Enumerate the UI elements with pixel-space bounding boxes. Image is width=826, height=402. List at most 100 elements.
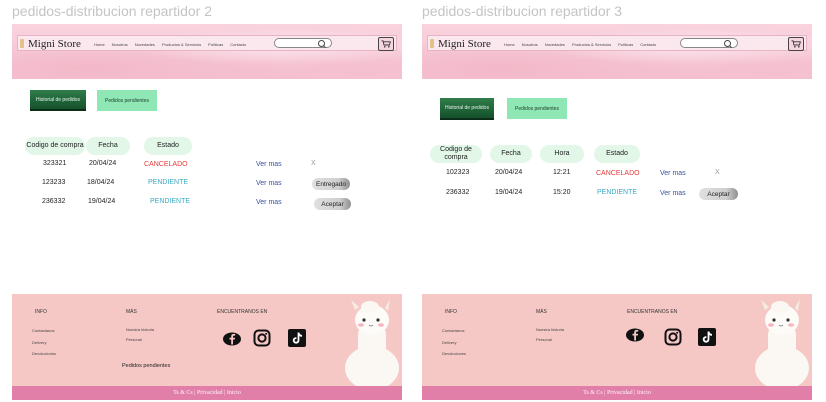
footer-social-title: ENCUENTRANOS EN [217,309,268,315]
footer-link-contactanos[interactable]: Contactanos [32,328,54,333]
navbar: Migni Store Home Nosotros Novedades Prod… [427,35,807,51]
search-icon[interactable] [318,40,325,47]
footer-link-contactanos[interactable]: Contactanos [442,328,464,333]
order-code: 236332 [42,198,66,205]
cart-button[interactable] [788,37,804,51]
frame-repartidor-3: Migni Store Home Nosotros Novedades Prod… [422,24,812,400]
instagram-icon[interactable] [664,328,682,346]
tab-historial-pedidos[interactable]: Historial de pedidos [440,98,494,120]
footer-social-title: ENCUENTRANOS EN [627,309,678,315]
footer-link-personal[interactable]: Personal [126,337,142,342]
header-banner: Migni Store Home Nosotros Novedades Prod… [12,24,402,79]
status-badge: PENDIENTE [148,179,189,186]
nav-links: Home Nosotros Novedades Productos & Serv… [504,36,656,52]
nav-productos[interactable]: Productos & Servicios [572,42,611,47]
brand-name[interactable]: Migni Store [28,36,81,52]
column-header-estado: Estado [144,137,192,155]
footer-link-historia[interactable]: Nuestra historia [126,327,154,332]
ver-mas-link[interactable]: Ver mas [660,170,686,177]
nav-home[interactable]: Home [94,42,105,47]
ver-mas-link[interactable]: Ver mas [256,180,282,187]
column-header-hora: Hora [540,145,584,163]
footer-link-delivery[interactable]: Delivery [32,340,46,345]
ver-mas-link[interactable]: Ver mas [660,190,686,197]
nav-contacto[interactable]: Contacto [230,42,246,47]
order-code: 323321 [43,160,67,167]
order-date: 19/04/24 [495,189,523,196]
aceptar-button[interactable]: Aceptar [699,188,738,200]
order-time: 15:20 [553,189,571,196]
status-badge: PENDIENTE [597,189,638,196]
footer-link-personal[interactable]: Personal [536,337,552,342]
order-code: 236332 [446,189,470,196]
header-banner: Migni Store Home Nosotros Novedades Prod… [422,24,812,79]
order-code: 123233 [42,179,66,186]
column-header-codigo: Codigo de compra [430,145,482,163]
footer-info-title: INFO [35,309,47,315]
search-input[interactable] [274,38,332,48]
brand-logo-icon [20,39,24,48]
footer: INFO Contactanos Delivery Devoluciones M… [12,294,402,400]
footer-bottom-links[interactable]: Ts & Cs | Privacidad | Inicio [422,386,812,400]
tab-historial-pedidos[interactable]: Historial de pedidos [30,90,86,111]
column-header-fecha: Fecha [86,137,130,155]
search-input[interactable] [680,38,738,48]
instagram-icon[interactable] [253,329,271,347]
footer: INFO Contactanos Delivery Devoluciones M… [422,294,812,400]
footer-link-devoluciones[interactable]: Devoluciones [32,351,56,356]
order-date: 18/04/24 [87,179,115,186]
order-date: 19/04/24 [88,198,116,205]
close-icon[interactable]: X [311,160,316,167]
nav-links: Home Nosotros Novedades Productos & Serv… [94,36,246,52]
order-time: 12:21 [553,169,571,176]
order-code: 102323 [446,169,470,176]
footer-mas-title: MÁS [126,309,137,315]
footer-pedidos-pendientes[interactable]: Pedidos pendientes [122,363,170,369]
nav-productos[interactable]: Productos & Servicios [162,42,201,47]
column-header-fecha: Fecha [490,145,532,163]
facebook-icon[interactable] [626,326,644,344]
cart-button[interactable] [378,37,394,51]
nav-novedades[interactable]: Novedades [545,42,565,47]
aceptar-button[interactable]: Aceptar [314,198,351,210]
brand-logo-icon [430,39,434,48]
nav-contacto[interactable]: Contacto [640,42,656,47]
tiktok-icon[interactable] [288,329,306,347]
facebook-icon[interactable] [223,330,241,348]
tab-pedidos-pendientes[interactable]: Pedidos pendientes [507,98,567,119]
nav-nosotros[interactable]: Nosotros [522,42,538,47]
nav-novedades[interactable]: Novedades [135,42,155,47]
ver-mas-link[interactable]: Ver mas [256,161,282,168]
column-header-estado: Estado [594,145,640,163]
alpaca-mascot [755,299,809,386]
alpaca-mascot [345,299,399,386]
status-badge: CANCELADO [596,170,640,177]
tab-pedidos-pendientes[interactable]: Pedidos pendientes [97,90,157,111]
tiktok-icon[interactable] [698,328,716,346]
status-badge: PENDIENTE [150,198,191,205]
footer-mas-title: MÁS [536,309,547,315]
nav-home[interactable]: Home [504,42,515,47]
ver-mas-link[interactable]: Ver mas [256,199,282,206]
footer-info-title: INFO [445,309,457,315]
order-date: 20/04/24 [495,169,523,176]
navbar: Migni Store Home Nosotros Novedades Prod… [17,35,397,51]
column-header-codigo: Codigo de compra [25,137,85,155]
footer-bottom-links[interactable]: Ts & Cs | Privacidad | Inicio [12,386,402,400]
order-date: 20/04/24 [89,160,117,167]
cart-icon [381,40,391,48]
frame-title: pedidos-distribucion repartidor 2 [12,3,212,19]
nav-politicas[interactable]: Políticas [618,42,633,47]
entregado-button[interactable]: Entregado [312,178,350,190]
status-badge: CANCELADO [144,161,188,168]
cart-icon [791,40,801,48]
search-icon[interactable] [724,40,731,47]
footer-link-devoluciones[interactable]: Devoluciones [442,351,466,356]
brand-name[interactable]: Migni Store [438,36,491,52]
frame-repartidor-2: Migni Store Home Nosotros Novedades Prod… [12,24,402,400]
footer-link-historia[interactable]: Nuestra historia [536,327,564,332]
close-icon[interactable]: X [715,169,720,176]
nav-politicas[interactable]: Políticas [208,42,223,47]
footer-link-delivery[interactable]: Delivery [442,340,456,345]
nav-nosotros[interactable]: Nosotros [112,42,128,47]
